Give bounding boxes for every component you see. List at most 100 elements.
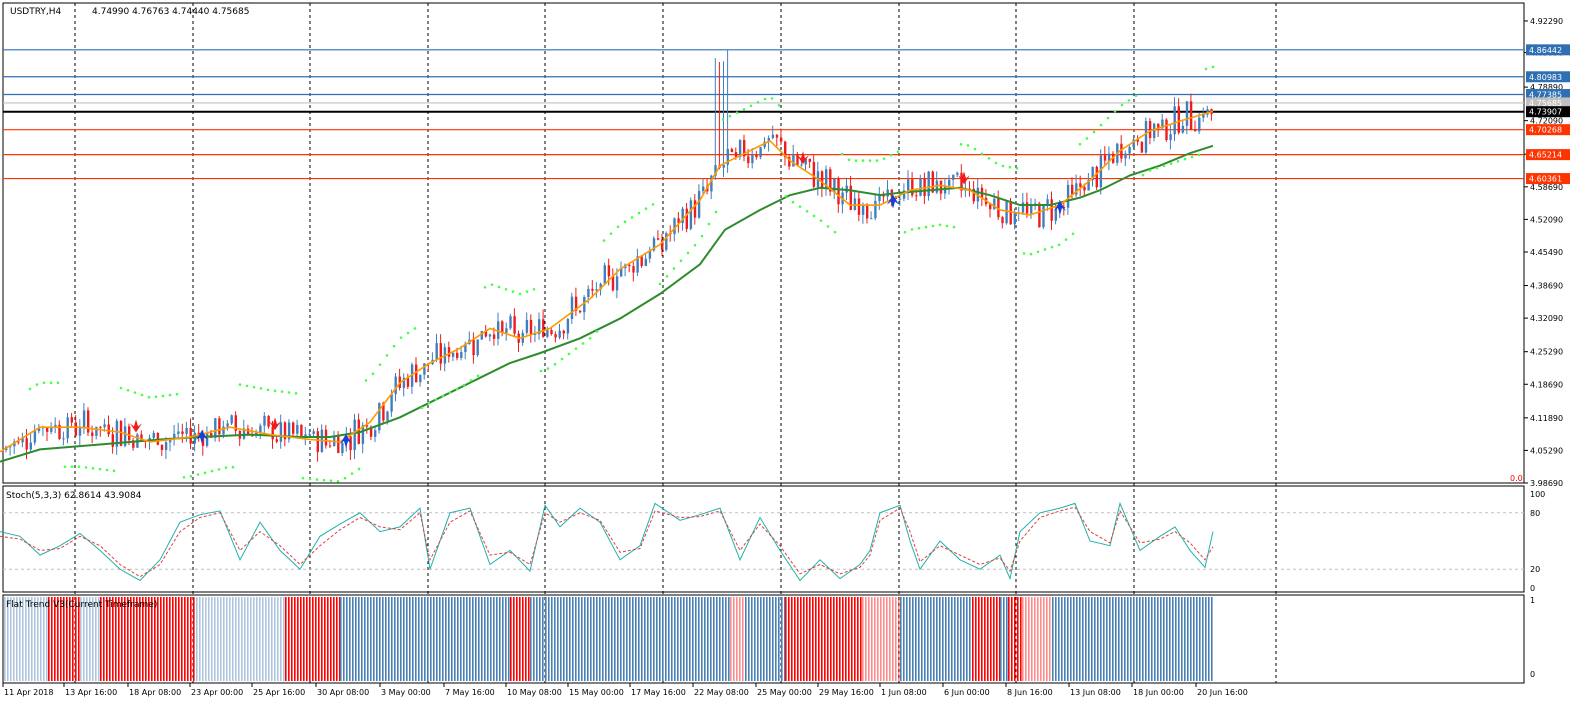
sar-dot (854, 159, 858, 162)
flat-trend-bar (930, 597, 932, 681)
sar-dot (749, 104, 753, 108)
candle-body (1177, 106, 1180, 133)
candle-body (111, 434, 114, 447)
flat-trend-bar (1103, 597, 1105, 681)
sar-dot (980, 152, 984, 155)
flat-trend-tick-label: 1 (1530, 596, 1535, 605)
flat-trend-bar (361, 597, 363, 681)
flat-trend-bar (178, 597, 180, 681)
candle-body (1005, 201, 1008, 224)
candle-body (337, 435, 340, 454)
flat-trend-bar (978, 597, 980, 681)
sar-dot (910, 228, 914, 231)
ohlc-readout: 4.74990 4.76763 4.74440 4.75685 (92, 7, 249, 17)
sar-dot (112, 469, 116, 473)
sar-dot (497, 285, 501, 289)
flat-trend-bar (343, 597, 345, 681)
candle-body (312, 431, 315, 434)
sar-dot (469, 379, 473, 382)
candle-body (755, 154, 758, 158)
flat-trend-bar (683, 597, 685, 681)
flat-trend-bar (1154, 597, 1156, 681)
flat-trend-bar (1190, 597, 1192, 681)
sar-dot (861, 159, 865, 162)
flat-trend-bar (680, 597, 682, 681)
candle-body (29, 442, 32, 450)
flat-trend-bar (268, 597, 270, 681)
flat-trend-bar (945, 597, 947, 681)
flat-trend-bar (1031, 597, 1033, 681)
flat-trend-bar (277, 597, 279, 681)
candle-body (353, 419, 356, 451)
flat-trend-bar (1139, 597, 1141, 681)
candle-body (1128, 147, 1131, 154)
candle-body (95, 426, 98, 436)
flat-trend-bar (1097, 597, 1099, 681)
flat-trend-bar (924, 597, 926, 681)
flat-trend-bar (836, 597, 838, 681)
flat-trend-bar (892, 597, 894, 681)
flat-trend-bar (851, 597, 853, 681)
flat-trend-bar (536, 597, 538, 681)
sar-dot (826, 225, 830, 228)
flat-trend-bar (336, 597, 338, 681)
flat-trend-bar (548, 597, 550, 681)
sar-dot (1071, 232, 1075, 236)
flat-trend-bar (1003, 597, 1005, 681)
candle-body (861, 204, 865, 215)
sar-dot (35, 383, 39, 386)
flat-trend-bar (860, 597, 862, 681)
x-tick-label: 25 May 00:00 (757, 688, 812, 697)
flat-trend-bar (519, 597, 521, 681)
flat-trend-bar (1049, 597, 1051, 681)
flat-trend-bar (996, 597, 998, 681)
candle-body (644, 258, 647, 267)
sar-dot (1183, 157, 1187, 161)
flat-trend-bar (647, 597, 649, 681)
flat-trend-bar (208, 597, 210, 681)
sar-dot (189, 474, 193, 478)
flat-trend-bar (674, 597, 676, 681)
main-price-panel[interactable]: USDTRY,H4 4.74990 4.76763 4.74440 4.7568… (2, 2, 1525, 484)
candle-body (451, 352, 455, 357)
flat-trend-bar (581, 597, 583, 681)
flat-trend-bar (496, 597, 498, 681)
flat-trend-bar (424, 597, 426, 681)
sar-dot (686, 251, 690, 255)
candle-body (435, 343, 438, 360)
sar-dot (336, 480, 340, 483)
flat-trend-bar (692, 597, 694, 681)
y-tick-label: 4.25290 (1530, 348, 1563, 357)
sar-dot (154, 395, 158, 399)
flat-trend-bar (190, 597, 192, 681)
sar-dot (959, 143, 963, 146)
x-tick-label: 18 Apr 08:00 (129, 688, 181, 697)
flat-trend-bar (906, 597, 908, 681)
candle-body (952, 174, 955, 180)
sar-dot (595, 330, 599, 333)
sar-dot (707, 222, 711, 226)
sar-dot (1092, 130, 1096, 134)
x-tick-label: 8 Jun 16:00 (1007, 688, 1053, 697)
flat-trend-bar (324, 597, 326, 681)
candle-body (800, 164, 803, 166)
flat-trend-bar (385, 597, 387, 681)
flat-trend-bar (900, 597, 902, 681)
flat-trend-bar (418, 597, 420, 681)
flat-trend-bar (1000, 597, 1002, 681)
sar-dot (1106, 116, 1110, 120)
chart-window: USDTRY,H4 4.74990 4.76763 4.74440 4.7568… (0, 0, 1596, 716)
flat-trend-bar (262, 597, 264, 681)
flat-trend-bar (1130, 597, 1132, 681)
sar-dot (553, 362, 557, 366)
flat-trend-bar (1064, 597, 1066, 681)
flat-trend-bar (502, 597, 504, 681)
sar-dot (259, 387, 263, 390)
sar-dot (1099, 123, 1103, 127)
flat-trend-bar (528, 597, 530, 681)
flat-trend-bar (1067, 597, 1069, 681)
flat-trend-bar (330, 597, 332, 681)
candle-body (730, 148, 734, 153)
candle-body (74, 422, 78, 436)
candle-body (1185, 101, 1189, 126)
